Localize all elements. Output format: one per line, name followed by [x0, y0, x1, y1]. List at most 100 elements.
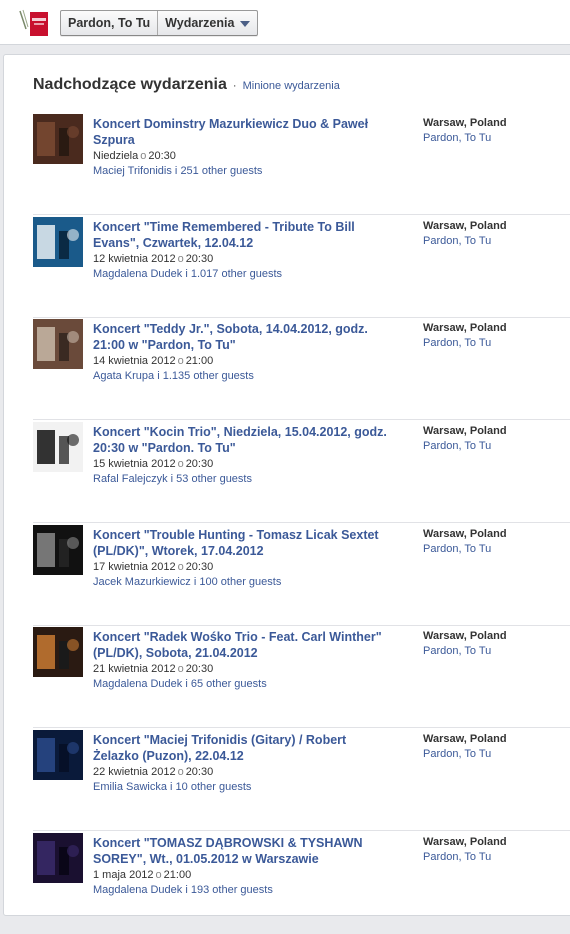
event-location: Warsaw, Poland Pardon, To Tu [423, 424, 563, 453]
event-row: Koncert "Trouble Hunting - Tomasz Licak … [33, 523, 570, 626]
event-host-link[interactable]: Magdalena Dudek [93, 678, 182, 690]
event-title-link[interactable]: Koncert "Trouble Hunting - Tomasz Licak … [93, 527, 393, 559]
section-dropdown[interactable]: Wydarzenia [157, 11, 257, 35]
event-thumbnail[interactable] [33, 319, 83, 369]
event-thumbnail[interactable] [33, 114, 83, 164]
event-host-link[interactable]: Magdalena Dudek [93, 884, 182, 896]
event-title-link[interactable]: Koncert "Time Remembered - Tribute To Bi… [93, 219, 393, 251]
event-venue-link[interactable]: Pardon, To Tu [423, 131, 563, 145]
event-city: Warsaw, Poland [423, 528, 507, 540]
event-host-link[interactable]: Rafal Falejczyk [93, 473, 168, 485]
event-venue-link[interactable]: Pardon, To Tu [423, 644, 563, 658]
event-title-link[interactable]: Koncert "Radek Wośko Trio - Feat. Carl W… [93, 629, 393, 661]
event-location: Warsaw, Poland Pardon, To Tu [423, 835, 563, 864]
event-city: Warsaw, Poland [423, 425, 507, 437]
event-title-link[interactable]: Koncert "Teddy Jr.", Sobota, 14.04.2012,… [93, 321, 393, 353]
event-venue-link[interactable]: Pardon, To Tu [423, 439, 563, 453]
event-date: 15 kwietnia 2012 [93, 458, 176, 470]
event-time: 20:30 [185, 766, 214, 778]
event-host-link[interactable]: Maciej Trifonidis [93, 165, 172, 177]
events-heading: Nadchodzące wydarzenia · Minione wydarze… [33, 76, 340, 94]
event-location: Warsaw, Poland Pardon, To Tu [423, 527, 563, 556]
event-host-link[interactable]: Emilia Sawicka [93, 781, 167, 793]
event-row: Koncert "TOMASZ DĄBROWSKI & TYSHAWN SORE… [33, 831, 570, 934]
event-row: Koncert "Teddy Jr.", Sobota, 14.04.2012,… [33, 317, 570, 420]
event-guests-link[interactable]: 251 other guests [180, 165, 262, 177]
event-guests: Magdalena Dudek i 65 other guests [93, 677, 393, 691]
event-location: Warsaw, Poland Pardon, To Tu [423, 116, 563, 145]
event-thumbnail[interactable] [33, 525, 83, 575]
event-guests: Agata Krupa i 1.135 other guests [93, 369, 393, 383]
breadcrumb-page-name[interactable]: Pardon, To Tu [61, 11, 157, 35]
event-city: Warsaw, Poland [423, 836, 507, 848]
datetime-separator: o [177, 663, 184, 675]
event-title-link[interactable]: Koncert Dominstry Mazurkiewicz Duo & Paw… [93, 116, 393, 148]
event-datetime: 12 kwietnia 2012 o 20:30 [93, 252, 393, 267]
event-date: Niedziela [93, 150, 139, 162]
event-info: Koncert "TOMASZ DĄBROWSKI & TYSHAWN SORE… [93, 835, 393, 897]
event-time: 21:00 [185, 355, 214, 367]
event-time: 20:30 [185, 253, 214, 265]
guests-conjunction: i [185, 678, 188, 690]
event-time: 20:30 [185, 663, 214, 675]
event-guests: Maciej Trifonidis i 251 other guests [93, 164, 393, 178]
events-card: Nadchodzące wydarzenia · Minione wydarze… [3, 54, 570, 916]
event-city: Warsaw, Poland [423, 117, 507, 129]
page-logo[interactable] [17, 9, 51, 39]
event-venue-link[interactable]: Pardon, To Tu [423, 747, 563, 761]
guests-conjunction: i [157, 370, 160, 382]
event-date: 12 kwietnia 2012 [93, 253, 176, 265]
event-guests-link[interactable]: 1.135 other guests [163, 370, 254, 382]
page-title: Nadchodzące wydarzenia [33, 76, 227, 93]
event-title-link[interactable]: Koncert "TOMASZ DĄBROWSKI & TYSHAWN SORE… [93, 835, 393, 867]
event-date: 17 kwietnia 2012 [93, 561, 176, 573]
event-info: Koncert "Radek Wośko Trio - Feat. Carl W… [93, 629, 393, 691]
guests-conjunction: i [193, 576, 197, 588]
event-time: 21:00 [163, 869, 192, 881]
event-guests: Emilia Sawicka i 10 other guests [93, 780, 393, 794]
event-city: Warsaw, Poland [423, 322, 507, 334]
event-venue-link[interactable]: Pardon, To Tu [423, 850, 563, 864]
event-thumbnail[interactable] [33, 627, 83, 677]
event-row: Koncert Dominstry Mazurkiewicz Duo & Paw… [33, 112, 570, 215]
event-thumbnail[interactable] [33, 730, 83, 780]
event-date: 14 kwietnia 2012 [93, 355, 176, 367]
event-guests: Jacek Mazurkiewicz i 100 other guests [93, 575, 393, 589]
event-row: Koncert "Time Remembered - Tribute To Bi… [33, 215, 570, 318]
event-host-link[interactable]: Magdalena Dudek [93, 268, 182, 280]
event-guests-link[interactable]: 193 other guests [191, 884, 273, 896]
event-guests-link[interactable]: 1.017 other guests [191, 268, 282, 280]
event-datetime: 14 kwietnia 2012 o 21:00 [93, 354, 393, 369]
event-host-link[interactable]: Agata Krupa [93, 370, 154, 382]
event-guests: Rafal Falejczyk i 53 other guests [93, 472, 393, 486]
event-venue-link[interactable]: Pardon, To Tu [423, 336, 563, 350]
event-title-link[interactable]: Koncert "Maciej Trifonidis (Gitary) / Ro… [93, 732, 393, 764]
event-city: Warsaw, Poland [423, 733, 507, 745]
event-info: Koncert "Trouble Hunting - Tomasz Licak … [93, 527, 393, 589]
chevron-down-icon [240, 21, 251, 27]
heading-separator: · [232, 80, 237, 92]
guests-conjunction: i [170, 781, 173, 793]
event-title-link[interactable]: Koncert "Kocin Trio", Niedziela, 15.04.2… [93, 424, 393, 456]
guests-conjunction: i [174, 165, 178, 177]
event-venue-link[interactable]: Pardon, To Tu [423, 234, 563, 248]
event-guests-link[interactable]: 10 other guests [176, 781, 252, 793]
event-datetime: 17 kwietnia 2012 o 20:30 [93, 560, 393, 575]
past-events-link[interactable]: Minione wydarzenia [243, 80, 340, 92]
event-guests-link[interactable]: 65 other guests [191, 678, 267, 690]
event-host-link[interactable]: Jacek Mazurkiewicz [93, 576, 191, 588]
event-guests-link[interactable]: 100 other guests [199, 576, 281, 588]
event-row: Koncert "Radek Wośko Trio - Feat. Carl W… [33, 625, 570, 728]
event-location: Warsaw, Poland Pardon, To Tu [423, 732, 563, 761]
event-guests-link[interactable]: 53 other guests [176, 473, 252, 485]
event-datetime: 22 kwietnia 2012 o 20:30 [93, 765, 393, 780]
event-thumbnail[interactable] [33, 833, 83, 883]
event-venue-link[interactable]: Pardon, To Tu [423, 542, 563, 556]
event-guests: Magdalena Dudek i 193 other guests [93, 883, 393, 897]
datetime-separator: o [177, 561, 184, 573]
event-thumbnail[interactable] [33, 422, 83, 472]
top-bar: Pardon, To Tu Wydarzenia [0, 0, 570, 45]
event-time: 20:30 [185, 458, 214, 470]
guests-conjunction: i [185, 268, 188, 280]
event-thumbnail[interactable] [33, 217, 83, 267]
